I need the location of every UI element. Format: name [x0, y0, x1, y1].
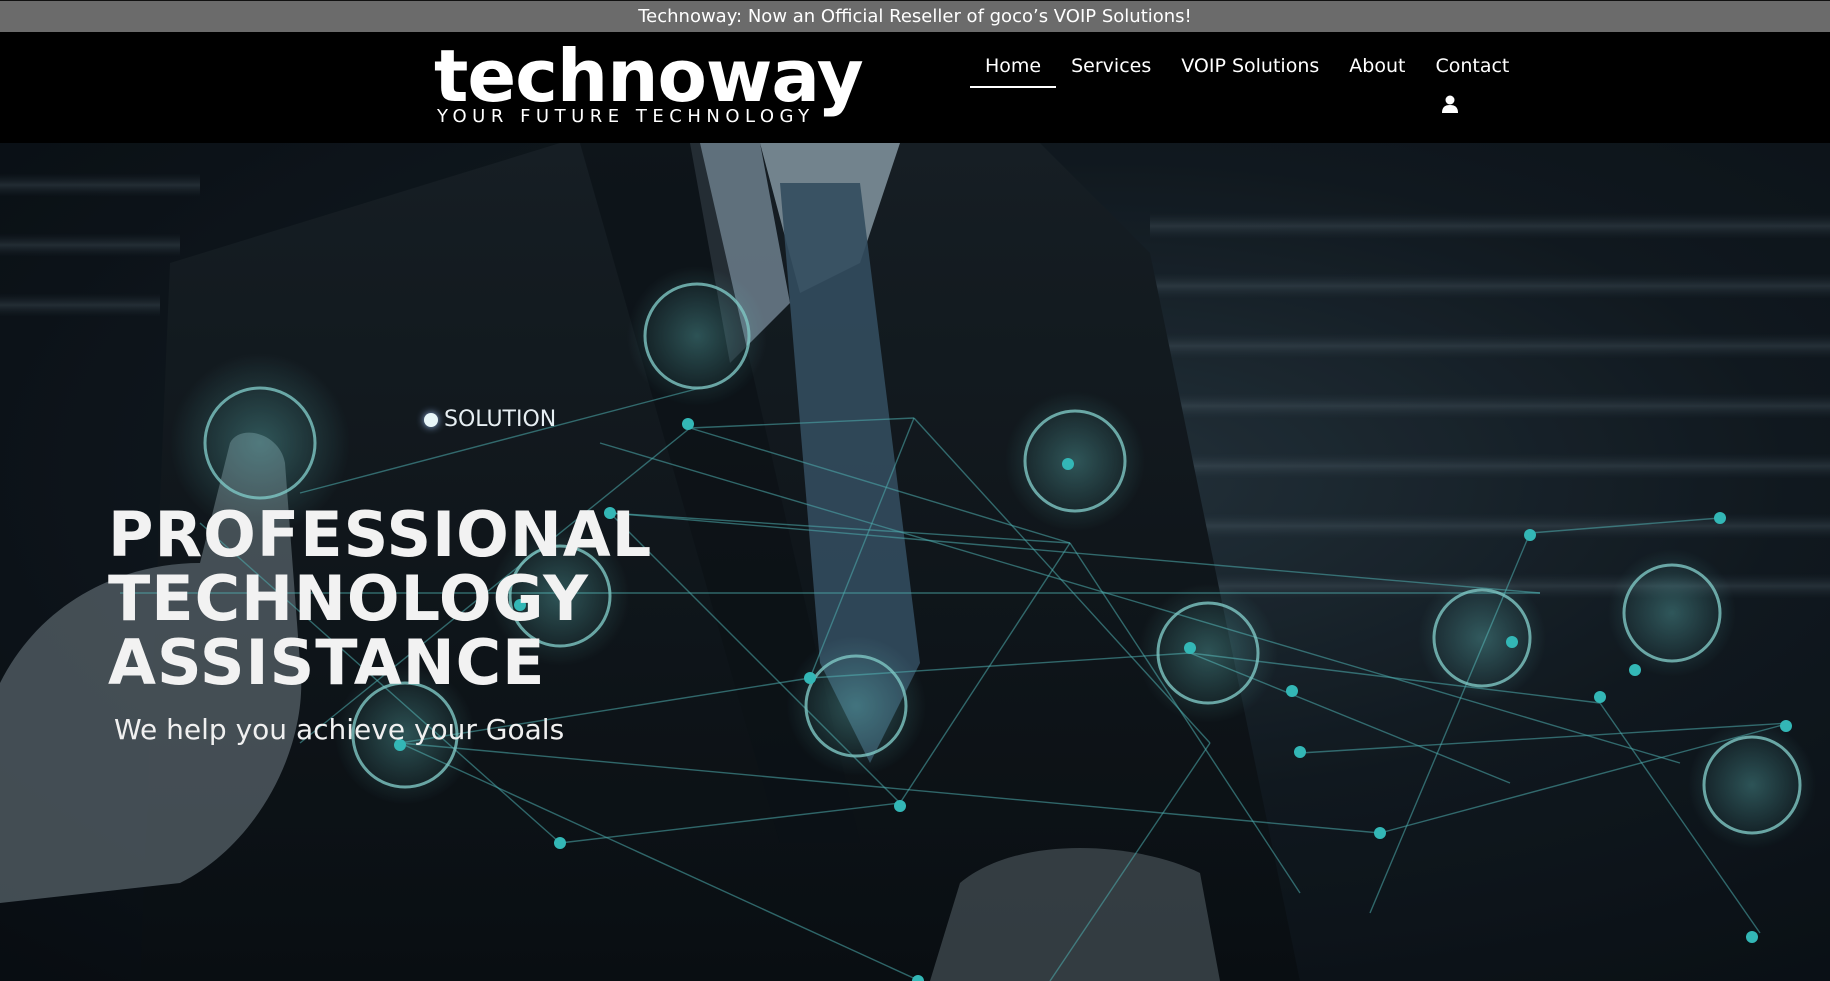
main-nav: Home Services VOIP Solutions About Conta… [970, 46, 1524, 88]
solution-label: SOLUTION [424, 407, 556, 432]
solution-dot-icon [424, 412, 438, 427]
hero-title-line-1: PROFESSIONAL [108, 498, 653, 571]
announcement-text: Technoway: Now an Official Reseller of g… [638, 6, 1192, 27]
page: Technoway: Now an Official Reseller of g… [0, 0, 1830, 981]
hero-subtitle: We help you achieve your Goals [114, 713, 565, 746]
solution-text: SOLUTION [444, 407, 557, 432]
hero-title: PROFESSIONAL TECHNOLOGY ASSISTANCE [108, 503, 708, 695]
nav-contact[interactable]: Contact [1420, 46, 1524, 88]
hero-title-line-3: ASSISTANCE [108, 626, 546, 699]
site-header: technoway YOUR FUTURE TECHNOLOGY Home Se… [0, 32, 1830, 143]
nav-services[interactable]: Services [1056, 46, 1166, 88]
user-glyph [1442, 95, 1458, 113]
hero-title-line-2: TECHNOLOGY [108, 562, 590, 635]
nav-about[interactable]: About [1334, 46, 1420, 88]
user-icon[interactable] [1440, 94, 1460, 114]
site-logo[interactable]: technoway YOUR FUTURE TECHNOLOGY [434, 34, 864, 132]
hero-section: SOLUTION PROFESSIONAL TECHNOLOGY ASSISTA… [0, 143, 1830, 981]
nav-voip-solutions[interactable]: VOIP Solutions [1166, 46, 1334, 88]
announcement-bar: Technoway: Now an Official Reseller of g… [0, 0, 1830, 32]
nav-home[interactable]: Home [970, 46, 1057, 88]
logo-tagline: YOUR FUTURE TECHNOLOGY [437, 106, 815, 127]
